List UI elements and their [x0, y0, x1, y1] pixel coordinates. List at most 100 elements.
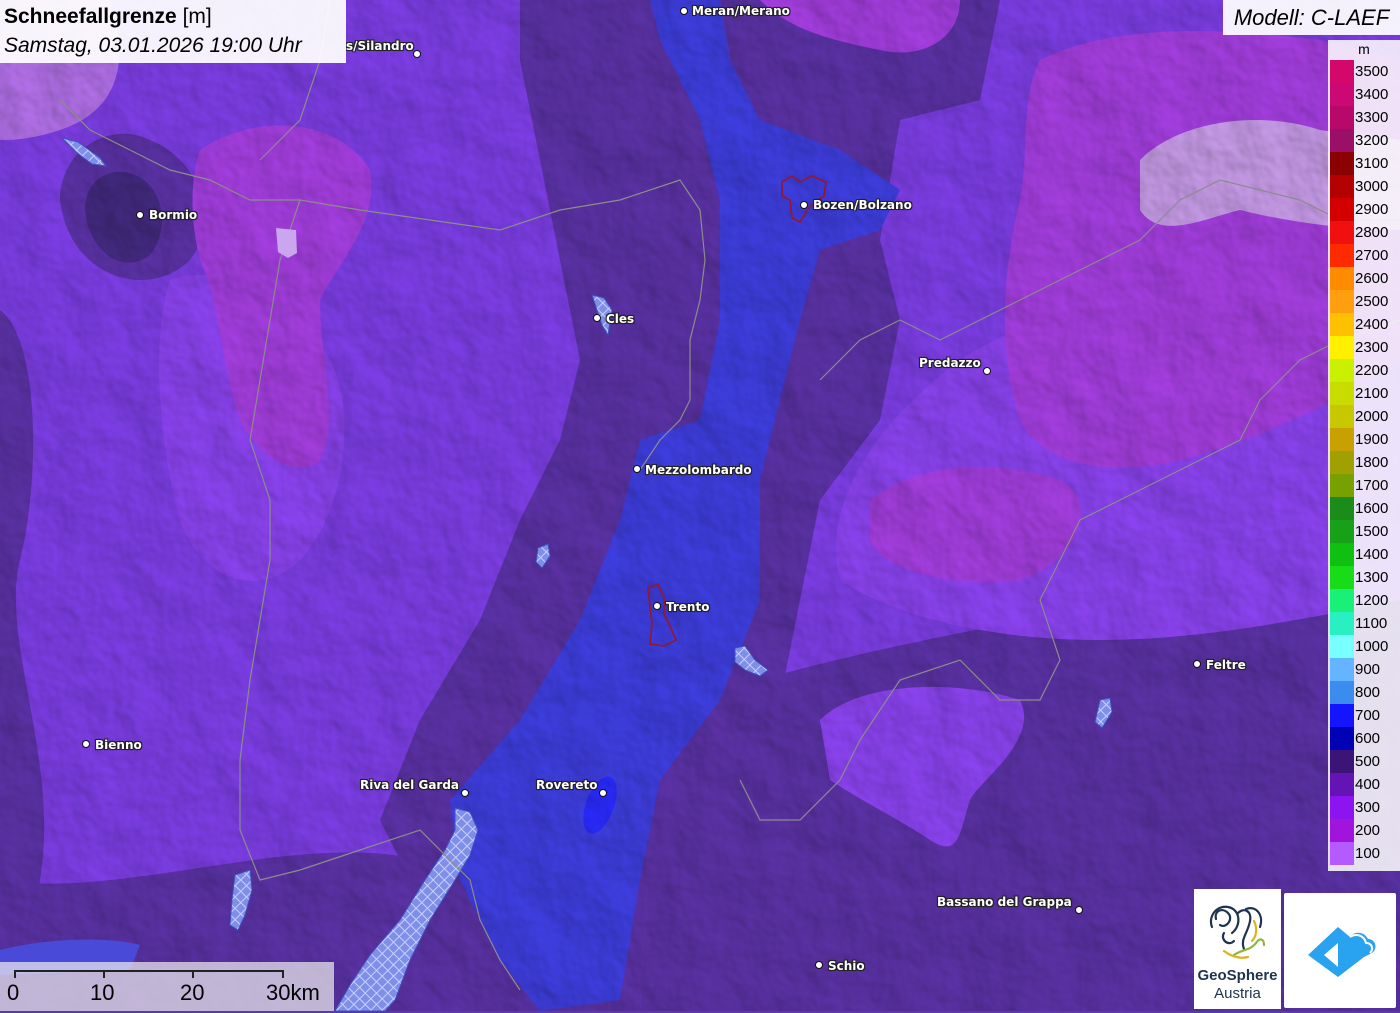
city-marker-icon	[815, 961, 823, 969]
legend-label: 100	[1355, 845, 1381, 862]
legend-swatch	[1330, 589, 1354, 612]
legend-item: 2000	[1328, 405, 1400, 428]
geosphere-logo[interactable]: GeoSphere Austria	[1194, 889, 1281, 1009]
logo-line-2: Austria	[1214, 985, 1261, 1002]
app-logo[interactable]	[1284, 893, 1396, 1008]
legend-label: 2300	[1355, 339, 1389, 356]
legend-label: 3400	[1355, 86, 1389, 103]
legend-item: 900	[1328, 658, 1400, 681]
city-marker-icon	[983, 367, 991, 375]
legend-label: 1600	[1355, 500, 1389, 517]
legend-item: 700	[1328, 704, 1400, 727]
legend-swatch	[1330, 336, 1354, 359]
legend-label: 3500	[1355, 63, 1389, 80]
scale-bar: 0 10 20 30km	[0, 962, 334, 1011]
legend-swatch	[1330, 221, 1354, 244]
legend-label: 1900	[1355, 431, 1389, 448]
hillshade	[0, 0, 1400, 1011]
city-marker-icon	[599, 789, 607, 797]
legend-label: 2400	[1355, 316, 1389, 333]
geosphere-emblem-icon	[1209, 905, 1266, 959]
legend-item: 800	[1328, 681, 1400, 704]
legend-label: 1700	[1355, 477, 1389, 494]
legend-item: 1500	[1328, 520, 1400, 543]
legend-item: 3000	[1328, 175, 1400, 198]
legend-item: 2100	[1328, 382, 1400, 405]
legend-label: 1800	[1355, 454, 1389, 471]
legend-label: 500	[1355, 753, 1381, 770]
legend-swatch	[1330, 405, 1354, 428]
city-label: s/Silandro	[346, 39, 414, 53]
color-legend: m 3500 3400 3300 3200 3100 3000 2900 2800 2700 26…	[1328, 40, 1400, 871]
legend-label: 600	[1355, 730, 1381, 747]
city-marker-icon	[1193, 660, 1201, 668]
legend-swatch	[1330, 681, 1354, 704]
legend-swatch	[1330, 566, 1354, 589]
legend-swatch	[1330, 290, 1354, 313]
legend-label: 3100	[1355, 155, 1389, 172]
legend-item: 1700	[1328, 474, 1400, 497]
legend-item: 3400	[1328, 83, 1400, 106]
legend-label: 1500	[1355, 523, 1389, 540]
legend-item: 2600	[1328, 267, 1400, 290]
legend-swatch	[1330, 106, 1354, 129]
city-label: Mezzolombardo	[645, 463, 752, 477]
city-marker-icon	[136, 211, 144, 219]
legend-swatch	[1330, 382, 1354, 405]
legend-item: 1000	[1328, 635, 1400, 658]
legend-swatch	[1330, 428, 1354, 451]
city-label: Bienno	[95, 738, 142, 752]
city-label: Bozen/Bolzano	[813, 198, 912, 212]
city-label: Riva del Garda	[360, 778, 460, 792]
city-label: Meran/Merano	[692, 4, 790, 18]
scale-label: 20	[180, 980, 205, 1005]
legend-item: 1900	[1328, 428, 1400, 451]
legend-item: 1100	[1328, 612, 1400, 635]
legend-swatch	[1330, 359, 1354, 382]
legend-swatch	[1330, 727, 1354, 750]
legend-label: 1400	[1355, 546, 1389, 563]
legend-label: 1100	[1355, 615, 1388, 632]
city-label: Cles	[606, 312, 635, 326]
legend-label: 2700	[1355, 247, 1389, 264]
title-unit: [m]	[182, 5, 212, 28]
legend-label: 700	[1355, 707, 1381, 724]
legend-swatch	[1330, 83, 1354, 106]
legend-item: 1200	[1328, 589, 1400, 612]
legend-label: 3300	[1355, 109, 1389, 126]
city-marker-icon	[413, 50, 421, 58]
legend-label: 3200	[1355, 132, 1389, 149]
city-label: Feltre	[1206, 658, 1246, 672]
app-logo-icon	[1308, 927, 1376, 977]
legend-item: 2700	[1328, 244, 1400, 267]
city-label: Trento	[666, 600, 710, 614]
legend-item: 2300	[1328, 336, 1400, 359]
city-marker-icon	[680, 7, 688, 15]
scale-label: 10	[90, 980, 115, 1005]
legend-swatch	[1330, 635, 1354, 658]
legend-swatch	[1330, 750, 1354, 773]
title-variable: Schneefallgrenze	[4, 5, 177, 28]
legend-swatch	[1330, 313, 1354, 336]
legend-swatch	[1330, 612, 1354, 635]
legend-label: 800	[1355, 684, 1381, 701]
legend-label: 1200	[1355, 592, 1389, 609]
city-label: Bassano del Grappa	[937, 895, 1072, 909]
scale-tick	[14, 970, 16, 978]
legend-item: 3500	[1328, 60, 1400, 83]
legend-label: 200	[1355, 822, 1381, 839]
scale-label: 0	[7, 980, 20, 1005]
legend-label: 1300	[1355, 569, 1389, 586]
scale-label: 30km	[266, 980, 320, 1005]
city-marker-icon	[82, 740, 90, 748]
legend-item: 2800	[1328, 221, 1400, 244]
city-marker-icon	[1075, 906, 1083, 914]
legend-item: 1400	[1328, 543, 1400, 566]
legend-swatch	[1330, 543, 1354, 566]
city-label: Schio	[828, 959, 865, 973]
legend-swatch	[1330, 497, 1354, 520]
city-label: Rovereto	[536, 778, 598, 792]
snowfall-line-map[interactable]	[0, 0, 1400, 1011]
logo-line-1: GeoSphere	[1197, 967, 1278, 984]
legend-label: 2200	[1355, 362, 1389, 379]
